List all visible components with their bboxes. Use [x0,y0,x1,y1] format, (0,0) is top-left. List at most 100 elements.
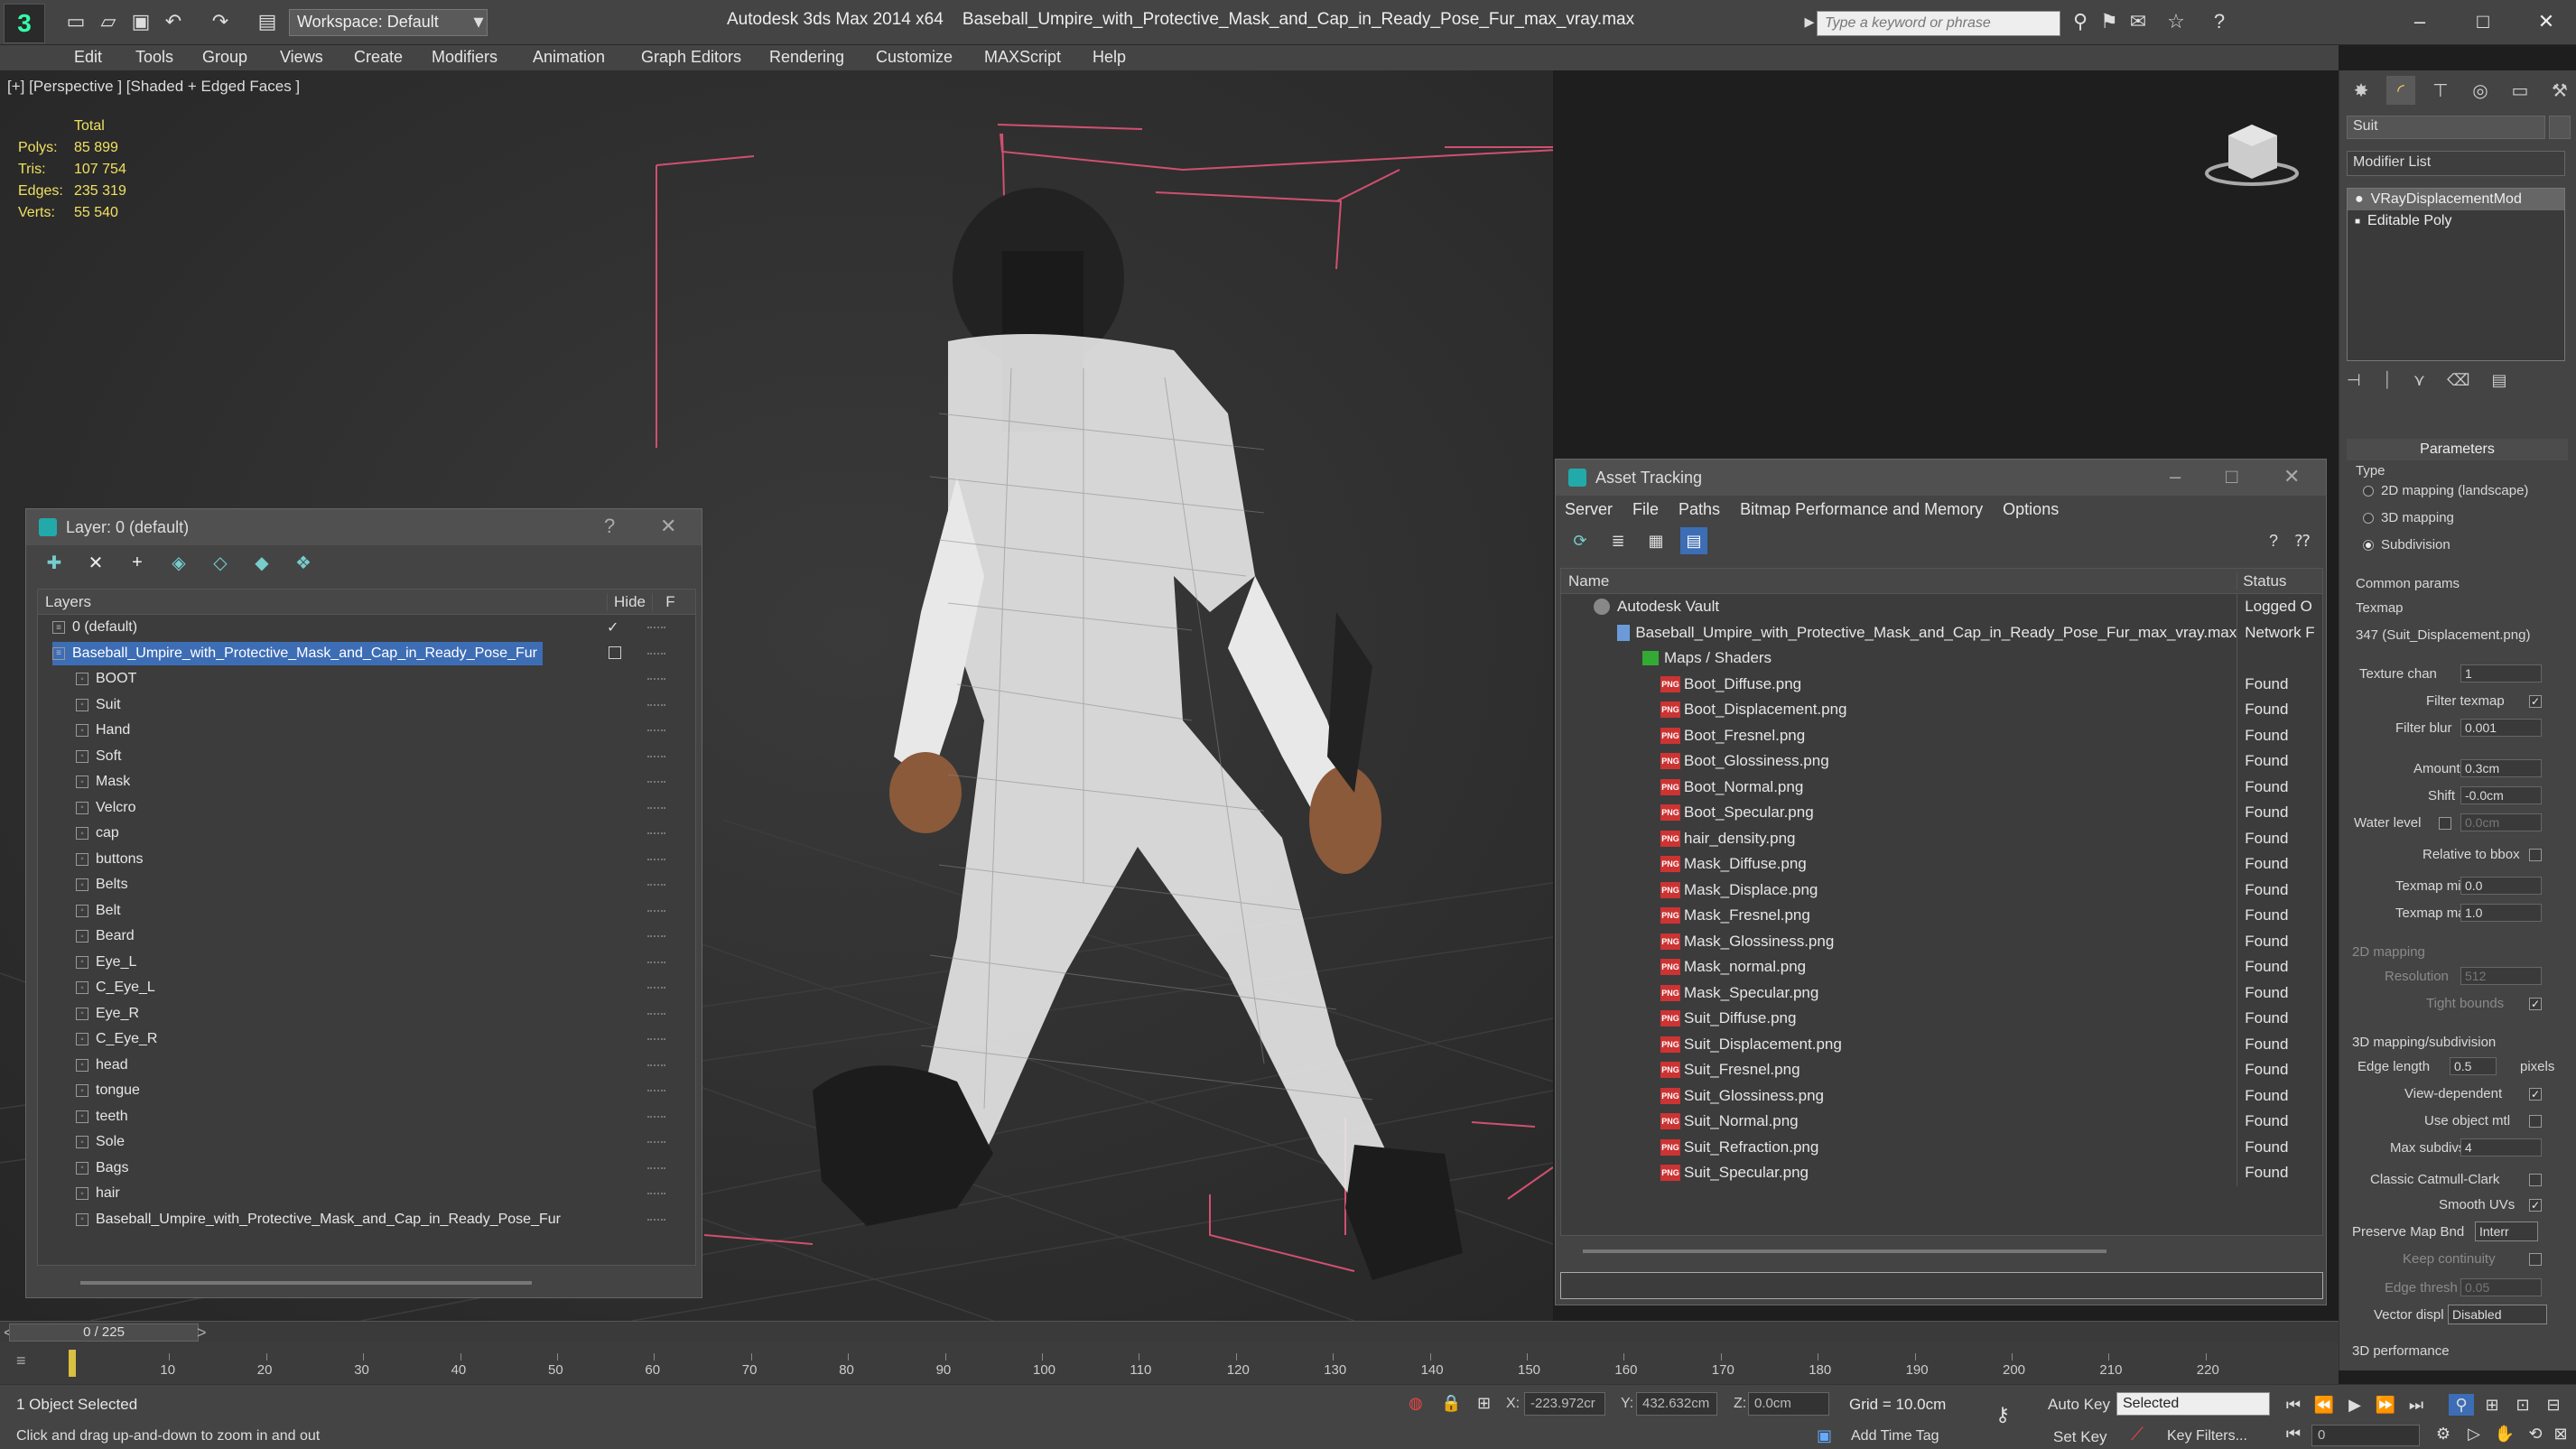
menu-rendering[interactable]: Rendering [769,48,844,67]
auto-key-button[interactable]: Auto Key [2048,1396,2110,1414]
remove-modifier-icon[interactable]: ⌫ [2447,371,2469,390]
hide-toggle[interactable] [647,781,665,784]
asset-map-row[interactable]: PNG hair_density.png Found [1561,825,2322,851]
add-to-layer-icon[interactable]: + [126,551,149,574]
layer-row[interactable]: ◦ Sole [38,1129,695,1156]
hide-toggle[interactable] [647,1115,665,1119]
maximize-toggle-icon[interactable]: ⊠ [2548,1423,2573,1444]
zoom-icon[interactable]: ⚲ [2449,1394,2474,1416]
undo-icon[interactable]: ↶ [161,9,186,34]
texture-chan-spinner[interactable]: 1 [2460,664,2542,683]
stack-item-vraydisplacement[interactable]: ● VRayDisplacementMod [2348,189,2564,210]
menu-server[interactable]: Server [1565,500,1613,519]
layer-row[interactable]: ◦ cap [38,821,695,847]
time-slider-thumb[interactable]: 0 / 225 [9,1324,199,1342]
curve-editor-icon[interactable]: ≡ [16,1351,26,1370]
asset-map-row[interactable]: PNG Mask_Diffuse.png Found [1561,851,2322,878]
layer-name-cell[interactable]: ◦ C_Eye_L [76,976,161,999]
keep-continuity-checkbox[interactable] [2529,1253,2542,1266]
new-file-icon[interactable]: ▭ [63,9,88,34]
layer-dialog-titlebar[interactable]: Layer: 0 (default) ? ✕ [26,509,702,545]
layer-row[interactable]: ◦ C_Eye_R [38,1026,695,1053]
hide-toggle[interactable] [647,884,665,887]
asset-map-row[interactable]: PNG Suit_Diffuse.png Found [1561,1006,2322,1032]
asset-map-row[interactable]: PNG Boot_Fresnel.png Found [1561,722,2322,748]
edge-length-spinner[interactable]: 0.5 [2450,1057,2497,1075]
menu-file[interactable]: File [1632,500,1659,519]
hide-toggle[interactable] [647,806,665,810]
layer-row[interactable]: ◦ Hand [38,718,695,744]
texmap-button[interactable]: 347 (Suit_Displacement.png) [2356,627,2530,643]
menu-graph-editors[interactable]: Graph Editors [641,48,741,67]
hide-toggle[interactable] [647,1090,665,1092]
column-status[interactable]: Status [2237,571,2322,590]
filter-texmap-checkbox[interactable]: ✓ [2529,695,2542,708]
set-key-icon[interactable]: ⟋ [2131,1425,2144,1445]
go-to-start-icon[interactable]: ⏮ [2281,1394,2306,1416]
menu-bitmap-performance[interactable]: Bitmap Performance and Memory [1740,500,1983,519]
previous-frame-icon[interactable]: ⏪ [2311,1394,2337,1416]
hide-toggle[interactable] [647,1038,665,1041]
hide-toggle[interactable] [647,1166,665,1170]
asset-row-max-file[interactable]: Baseball_Umpire_with_Protective_Mask_and… [1561,619,2322,646]
hide-toggle[interactable] [647,909,665,913]
layer-row[interactable]: ◦ Soft [38,744,695,770]
layer-row[interactable]: ◦ Eye_R [38,1001,695,1027]
make-current-box[interactable] [609,646,621,659]
field-of-view-icon[interactable]: ▷ [2461,1423,2487,1444]
layer-name-cell[interactable]: ◦ head [76,1054,134,1077]
asset-dialog-titlebar[interactable]: Asset Tracking – □ ✕ [1556,460,2326,496]
layer-name-cell[interactable]: ◦ Beard [76,924,140,948]
context-help-icon[interactable]: ⁇ [2289,527,2316,554]
hide-toggle[interactable] [647,1193,665,1195]
modifier-list-dropdown[interactable]: Modifier List [2347,151,2565,176]
layer-name-cell[interactable]: ◦ teeth [76,1105,134,1129]
menu-tools[interactable]: Tools [135,48,173,67]
asset-map-row[interactable]: PNG Suit_Normal.png Found [1561,1109,2322,1135]
radio-2d-mapping[interactable] [2363,486,2374,497]
menu-options[interactable]: Options [2003,500,2059,519]
layer-name-cell[interactable]: ≡ Baseball_Umpire_with_Protective_Mask_an… [52,641,543,665]
menu-paths[interactable]: Paths [1679,500,1720,519]
layer-name-cell[interactable]: ◦ Belt [76,899,126,923]
menu-help[interactable]: Help [1093,48,1126,67]
layer-name-cell[interactable]: ◦ Baseball_Umpire_with_Protective_Mask_an… [76,1208,566,1231]
layer-name-cell[interactable]: ◦ C_Eye_R [76,1027,163,1051]
maximize-button[interactable]: □ [2465,5,2501,38]
thumbnail-view-icon[interactable]: ▦ [1642,527,1669,554]
layer-name-cell[interactable]: ≡ 0 (default) [52,616,143,639]
key-mode-icon[interactable]: ⏮ [2281,1423,2306,1444]
layer-name-cell[interactable]: ◦ buttons [76,848,148,871]
max-subdivs-spinner[interactable]: 4 [2460,1138,2542,1156]
menu-maxscript[interactable]: MAXScript [984,48,1061,67]
maximize-button[interactable]: □ [2226,465,2237,488]
make-unique-icon[interactable]: ⋎ [2413,371,2425,390]
asset-map-row[interactable]: PNG Boot_Specular.png Found [1561,800,2322,826]
modify-tab-icon[interactable]: ◜ [2386,76,2415,105]
layer-name-cell[interactable]: ◦ Soft [76,745,126,768]
menu-animation[interactable]: Animation [533,48,605,67]
layer-name-cell[interactable]: ◦ Bags [76,1156,134,1180]
hide-toggle[interactable] [647,1064,665,1067]
layer-name-cell[interactable]: ◦ Belts [76,873,134,896]
layer-row[interactable]: ◦ C_Eye_L [38,975,695,1001]
layer-row[interactable]: ◦ hair [38,1181,695,1207]
binoculars-icon[interactable]: ⚲ [2068,9,2093,34]
column-name[interactable]: Name [1561,572,2237,590]
layer-name-cell[interactable]: ◦ BOOT [76,667,142,691]
menu-modifiers[interactable]: Modifiers [432,48,498,67]
next-frame-icon[interactable]: ⏩ [2373,1394,2398,1416]
motion-tab-icon[interactable]: ◎ [2466,76,2495,105]
layer-name-cell[interactable]: ◦ Sole [76,1130,130,1154]
menu-customize[interactable]: Customize [876,48,953,67]
selection-lock-icon[interactable]: 🔒 [1441,1394,1461,1413]
horizontal-scrollbar[interactable] [80,1281,532,1285]
texmap-min-spinner[interactable]: 0.0 [2460,877,2542,895]
key-icon[interactable]: ⚷ [1995,1403,2010,1426]
edge-thresh-spinner[interactable]: 0.05 [2460,1278,2542,1296]
select-objects-icon[interactable]: ◈ [167,551,191,574]
hide-toggle[interactable] [647,1218,665,1221]
refresh-icon[interactable]: ⟳ [1567,527,1594,554]
menu-edit[interactable]: Edit [74,48,102,67]
asset-row-folder[interactable]: Maps / Shaders [1561,646,2322,672]
